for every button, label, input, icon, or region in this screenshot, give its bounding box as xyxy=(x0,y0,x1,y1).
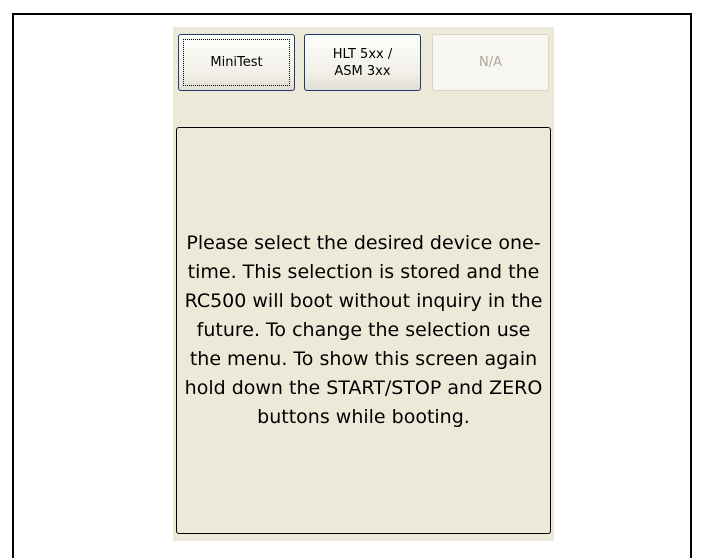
minitest-button[interactable]: MiniTest xyxy=(178,34,295,91)
hlt-asm-button-label: HLT 5xx / ASM 3xx xyxy=(332,46,393,79)
minitest-button-label: MiniTest xyxy=(210,55,263,70)
hlt-asm-button[interactable]: HLT 5xx / ASM 3xx xyxy=(304,34,421,91)
instruction-message-box: Please select the desired device one-tim… xyxy=(176,127,551,534)
instruction-message: Please select the desired device one-tim… xyxy=(184,232,543,428)
na-button-label: N/A xyxy=(479,55,502,70)
device-selection-panel: MiniTest HLT 5xx / ASM 3xx N/A Please se… xyxy=(173,27,554,541)
na-button: N/A xyxy=(432,34,549,91)
